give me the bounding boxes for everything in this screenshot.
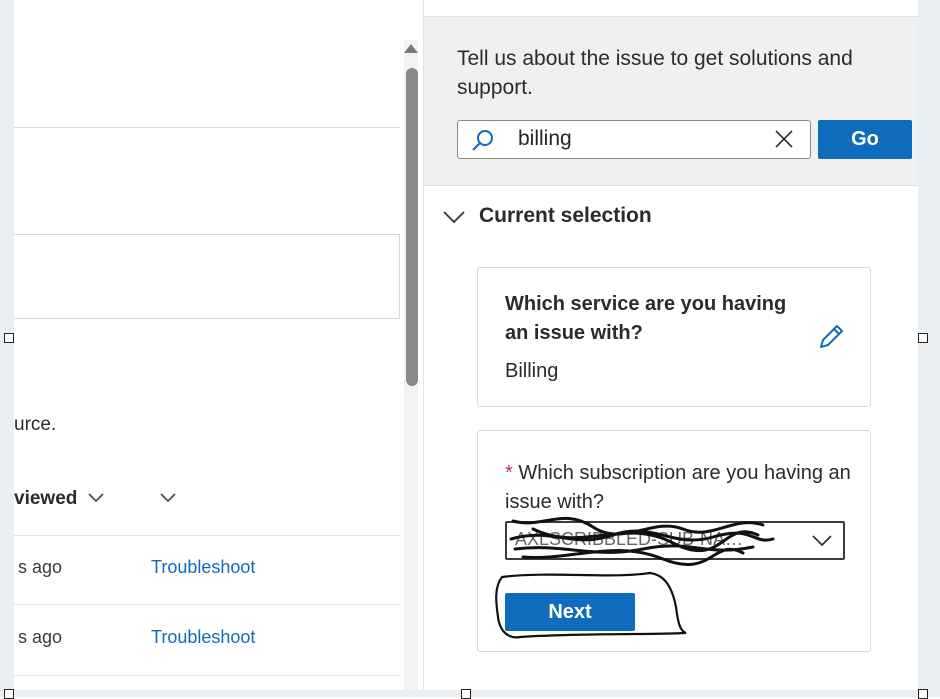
service-answer: Billing [505, 360, 559, 382]
search-input[interactable]: billing [457, 120, 811, 159]
resize-handle[interactable] [918, 689, 928, 699]
scrollbar-thumb[interactable] [406, 68, 418, 386]
support-panel: Tell us about the issue to get solutions… [423, 0, 919, 697]
go-button[interactable]: Go [818, 120, 912, 159]
row-divider [14, 535, 400, 536]
edit-icon[interactable] [816, 322, 846, 352]
clear-icon[interactable] [774, 129, 794, 149]
row-divider [14, 604, 400, 605]
row-time: s ago [18, 627, 63, 647]
search-value[interactable]: billing [518, 127, 572, 151]
prompt-text: Tell us about the issue to get solutions… [457, 47, 853, 99]
row-divider [14, 675, 400, 676]
service-card: Which service are you having an issue wi… [477, 267, 871, 407]
troubleshoot-link[interactable]: Troubleshoot [151, 557, 255, 578]
highlight-scribble [495, 571, 687, 639]
divider [14, 127, 400, 128]
row-time: s ago [18, 557, 63, 577]
subscription-card: * Which subscription are you having an i… [477, 430, 871, 652]
left-page: urce. viewed s ago Troubleshoot s ago Tr… [0, 0, 420, 697]
resize-handle[interactable] [461, 689, 471, 699]
subscription-question-text: Which subscription are you having an iss… [505, 462, 851, 513]
chevron-down-icon [812, 535, 832, 547]
resize-handle[interactable] [4, 333, 14, 343]
chevron-down-icon[interactable] [86, 487, 106, 507]
right-edge [918, 0, 940, 697]
section-title: Current selection [479, 204, 652, 227]
content-box [14, 234, 400, 319]
required-mark: * [505, 462, 513, 484]
left-edge [0, 0, 14, 697]
scroll-up-icon[interactable] [404, 44, 418, 53]
panel-top [424, 0, 918, 17]
search-icon [472, 130, 493, 151]
resize-handle[interactable] [918, 333, 928, 343]
resize-handle[interactable] [4, 689, 14, 699]
service-question: Which service are you having an issue wi… [505, 293, 787, 344]
chevron-down-icon [443, 211, 465, 224]
column-header-last-viewed[interactable]: viewed [14, 488, 77, 510]
redaction-scribble [509, 516, 775, 566]
troubleshoot-link[interactable]: Troubleshoot [151, 627, 255, 648]
resource-text: urce. [14, 414, 57, 435]
chevron-down-icon[interactable] [158, 487, 178, 507]
